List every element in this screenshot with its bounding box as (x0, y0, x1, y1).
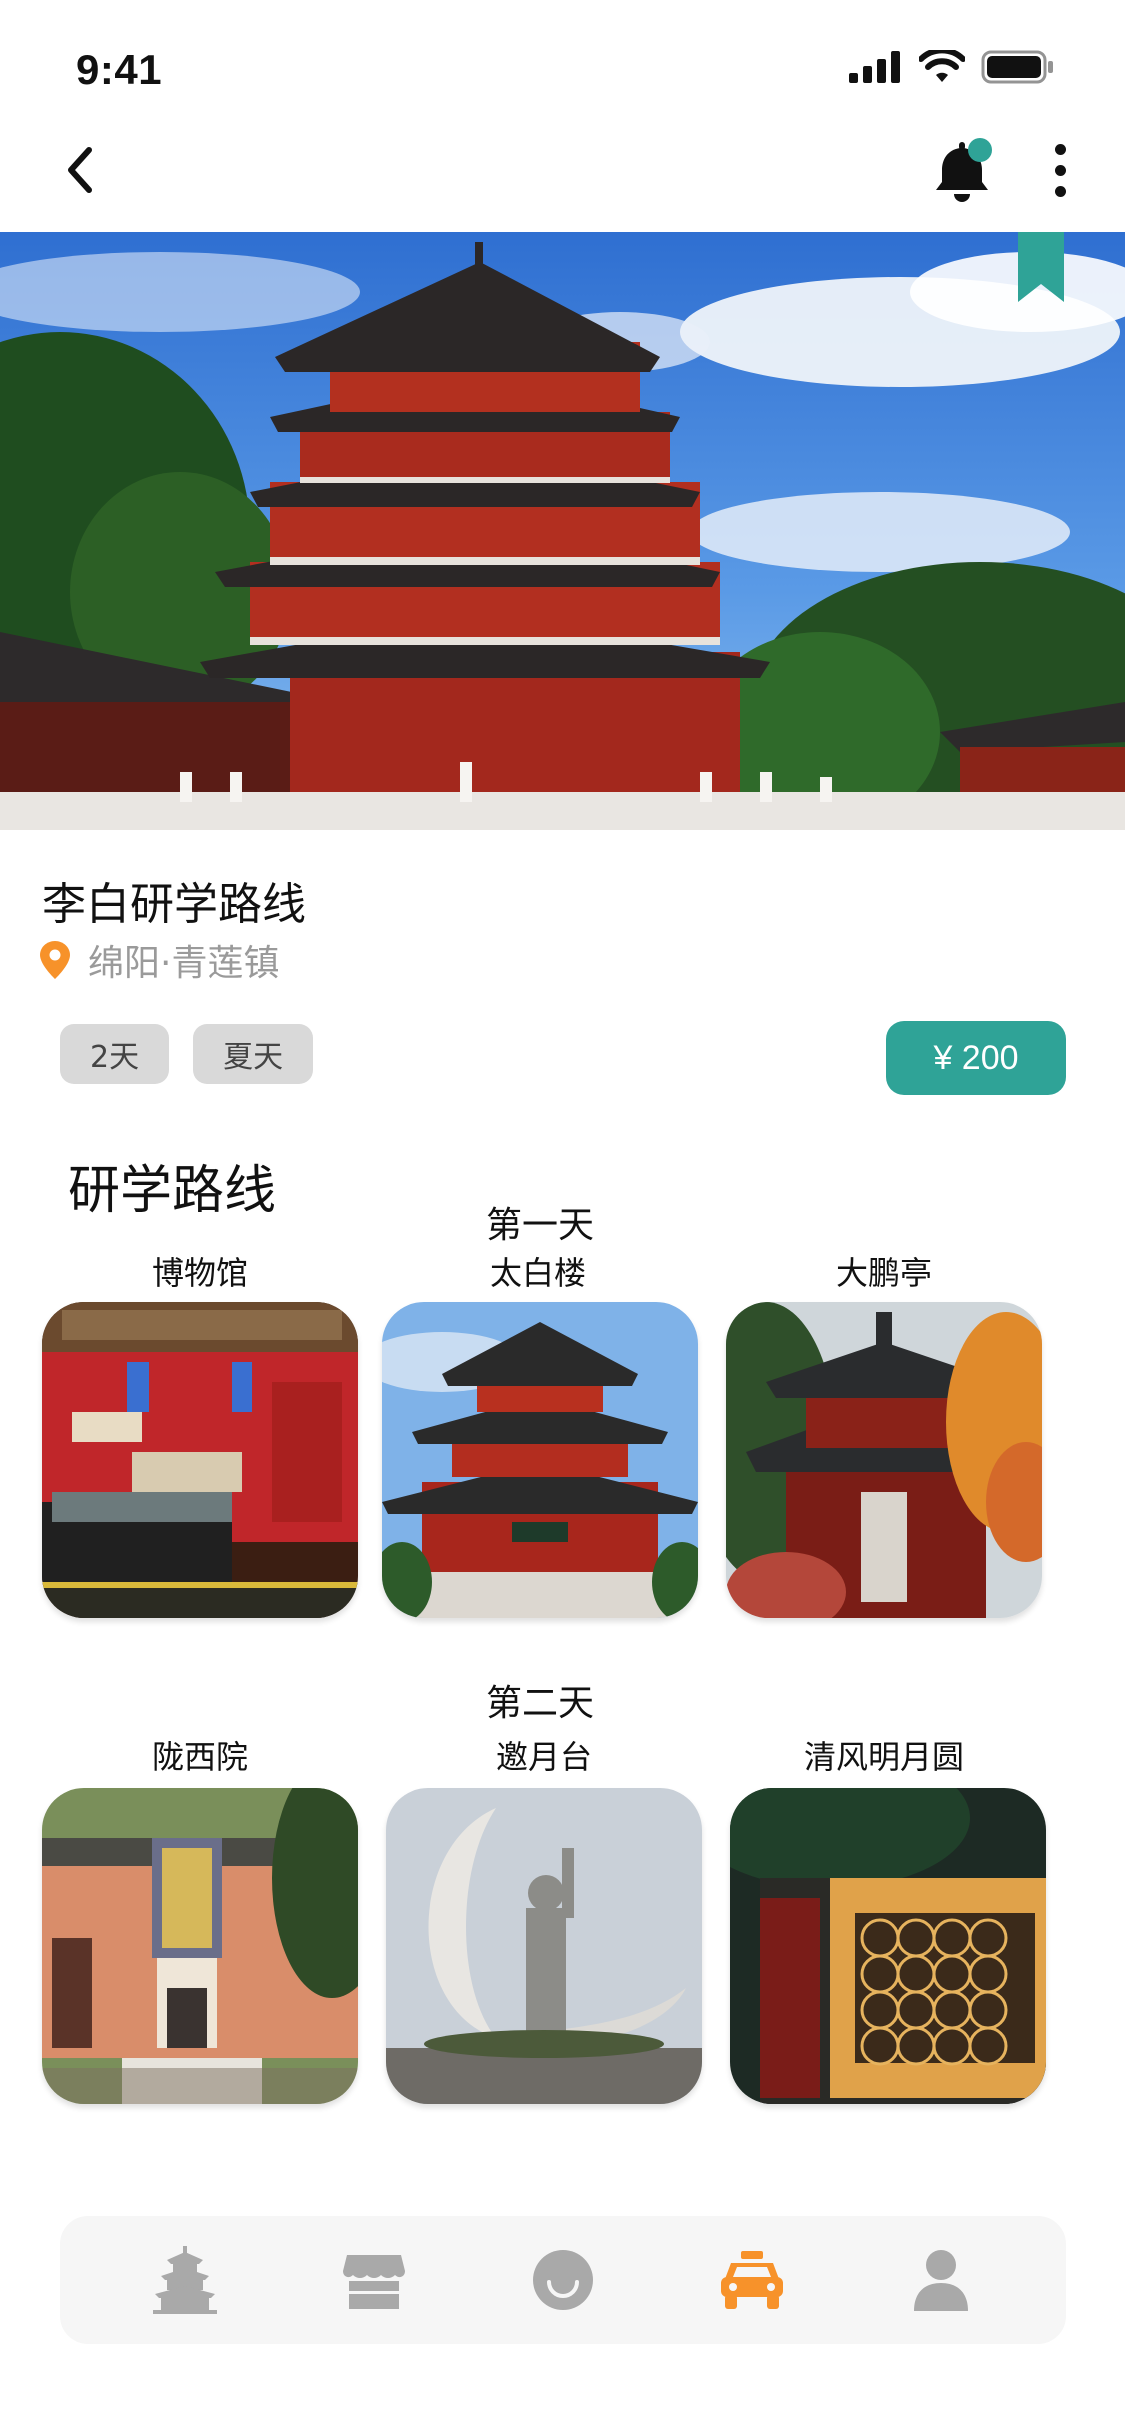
spot-card-qingfeng-mingyue-garden[interactable] (730, 1788, 1046, 2104)
wifi-icon (919, 50, 965, 82)
spot-card-dapeng-pavilion[interactable] (726, 1302, 1042, 1618)
hero-image (0, 232, 1125, 830)
user-icon (914, 2250, 969, 2311)
nav-item-social[interactable] (518, 2235, 608, 2325)
taxi-icon (721, 2251, 784, 2309)
day-label-2: 第二天 (485, 1683, 594, 1724)
day-label-1: 第一天 (485, 1205, 594, 1246)
bell-icon (936, 138, 992, 202)
spot-card-taibai-tower[interactable] (382, 1302, 698, 1618)
notification-dot (968, 138, 992, 162)
smile-icon (532, 2250, 593, 2310)
battery-icon (981, 50, 1053, 84)
back-button[interactable] (50, 140, 110, 200)
spot-card-museum[interactable] (42, 1302, 358, 1618)
location-text: 绵阳·青莲镇 (88, 943, 280, 984)
spot-label-longxi-courtyard: 陇西院 (151, 1738, 248, 1776)
pagoda-icon (152, 2246, 217, 2314)
spot-card-longxi-courtyard[interactable] (42, 1788, 358, 2104)
status-bar: 9:41 (0, 0, 1125, 140)
route-tags: 2天 夏天 (60, 1024, 314, 1084)
price-button[interactable]: ¥ 200 (886, 1021, 1066, 1095)
location-pin-icon (40, 941, 70, 979)
tag-season: 夏天 (193, 1024, 314, 1084)
notification-button[interactable] (930, 136, 1000, 206)
store-icon (342, 2255, 405, 2309)
tag-duration: 2天 (60, 1024, 170, 1084)
status-icons (849, 50, 1055, 84)
spot-label-yaoyue-terrace: 邀月台 (495, 1738, 592, 1776)
nav-item-store[interactable] (329, 2235, 419, 2325)
spot-label-qingfeng-mingyue-garden: 清风明月圆 (803, 1738, 964, 1776)
signal-icon (849, 51, 900, 83)
status-time: 9:41 (76, 46, 163, 93)
top-nav-bar (0, 138, 1125, 232)
nav-item-home[interactable] (140, 2235, 230, 2325)
bookmark-icon[interactable] (1018, 232, 1064, 302)
more-options-button[interactable] (1040, 140, 1080, 200)
spot-label-dapeng-pavilion: 大鹏亭 (835, 1254, 932, 1292)
chevron-left-icon (68, 147, 92, 193)
more-vertical-icon (1054, 143, 1066, 155)
nav-item-taxi[interactable] (707, 2235, 797, 2325)
nav-item-profile[interactable] (896, 2235, 986, 2325)
spot-label-museum: 博物馆 (151, 1254, 248, 1292)
location-row: 绵阳·青莲镇 (40, 934, 279, 986)
route-title: 李白研学路线 (42, 879, 306, 930)
spot-card-yaoyue-terrace[interactable] (386, 1788, 702, 2104)
bottom-nav-bar (60, 2216, 1066, 2344)
spot-label-taibai-tower: 太白楼 (489, 1254, 586, 1292)
